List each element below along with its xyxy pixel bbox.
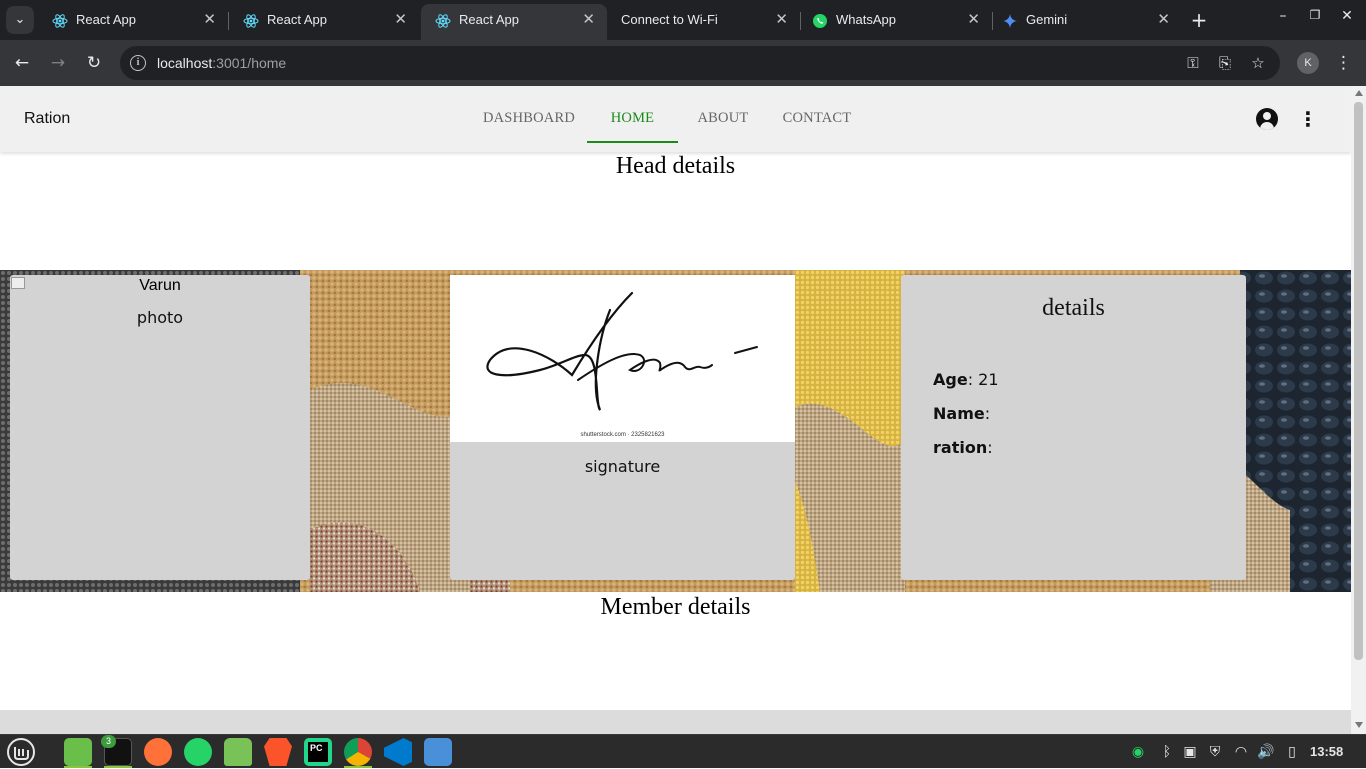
nav-dashboard[interactable]: DASHBOARD (477, 86, 581, 143)
tab-title: React App (459, 12, 519, 27)
scroll-thumb[interactable] (1354, 102, 1363, 660)
tab-gemini[interactable]: Gemini ✕ (992, 4, 1182, 40)
tab-title: React App (76, 12, 136, 27)
photo-caption: photo (136, 308, 184, 327)
head-details-title: Head details (615, 153, 736, 179)
install-app-icon[interactable]: ⎘ (1215, 53, 1235, 73)
url-text[interactable]: localhost:3001/home (157, 46, 286, 80)
tab-connect-wifi[interactable]: Connect to Wi-Fi ✕ (607, 4, 801, 40)
gemini-icon (1003, 14, 1017, 28)
reload-icon[interactable]: ↻ (82, 51, 106, 75)
react-icon (243, 14, 259, 28)
os-taskbar: 3 PC ◉ ᛒ ▣ ⛨ ◠ 🔊 ▯ 13:58 (0, 734, 1366, 768)
chrome-icon[interactable] (344, 738, 372, 766)
field-ration: ration: (933, 438, 993, 457)
field-label: Name (933, 404, 985, 423)
wifi-icon[interactable]: ◠ (1232, 742, 1250, 762)
window-close-icon[interactable]: ✕ (1337, 8, 1357, 24)
field-value: 21 (978, 370, 999, 389)
tab-title: Gemini (1026, 12, 1068, 27)
brand-title[interactable]: Ration (24, 86, 70, 152)
shield-icon[interactable]: ⛨ (1206, 742, 1224, 762)
site-info-icon[interactable]: i (130, 55, 146, 71)
bluetooth-icon[interactable]: ᛒ (1158, 742, 1176, 762)
vscode-icon[interactable] (384, 738, 412, 766)
volume-icon[interactable]: 🔊 (1257, 742, 1275, 762)
app-bar: Ration DASHBOARD HOME ABOUT CONTACT ⋮ (0, 86, 1351, 152)
more-vert-icon[interactable]: ⋮ (1298, 106, 1318, 132)
restore-icon[interactable]: ❐ (1305, 8, 1325, 22)
field-label: ration (933, 438, 988, 457)
vertical-scrollbar[interactable] (1351, 86, 1366, 734)
tab-close-icon[interactable]: ✕ (775, 4, 788, 36)
nav-contact[interactable]: CONTACT (776, 86, 858, 143)
tab-close-icon[interactable]: ✕ (582, 4, 595, 36)
whatsapp-tray-icon[interactable]: ◉ (1129, 742, 1147, 762)
back-arrow-icon[interactable]: ← (10, 51, 34, 75)
tab-whatsapp[interactable]: WhatsApp ✕ (800, 4, 993, 40)
pycharm-icon[interactable]: PC (304, 738, 332, 766)
details-title: details (1042, 295, 1105, 321)
tab-close-icon[interactable]: ✕ (967, 4, 980, 36)
tab-react-app-2[interactable]: React App ✕ (229, 4, 419, 40)
whatsapp-icon[interactable] (184, 738, 212, 766)
tab-search-button[interactable]: ⌄ (6, 6, 34, 34)
handwritten-signature (486, 291, 758, 411)
browser-menu-icon[interactable]: ⋮ (1335, 51, 1352, 75)
tab-close-icon[interactable]: ✕ (203, 4, 216, 36)
field-age: Age: 21 (933, 370, 999, 389)
photo-alt-text: Varun (139, 277, 181, 294)
android-studio-icon[interactable] (224, 738, 252, 766)
field-label: Age (933, 370, 968, 389)
url-host: localhost (157, 55, 213, 71)
grain-background-image: Varun photo shutterstock.com · 232582162… (0, 270, 1351, 592)
tab-close-icon[interactable]: ✕ (394, 4, 407, 36)
mint-menu-icon[interactable] (6, 737, 36, 767)
browser-tab-strip: ⌄ React App ✕ React App ✕ React App ✕ Co… (0, 0, 1366, 40)
minimize-icon[interactable]: – (1273, 8, 1293, 24)
profile-avatar[interactable]: K (1297, 52, 1319, 74)
scroll-up-arrow-icon[interactable] (1355, 90, 1363, 96)
photo-card: Varun photo (10, 275, 310, 580)
clock[interactable]: 13:58 (1310, 735, 1343, 769)
member-details-title: Member details (600, 594, 751, 620)
tab-react-app-1[interactable]: React App ✕ (38, 4, 229, 40)
url-path: :3001/home (212, 55, 287, 71)
tab-title: Connect to Wi-Fi (621, 12, 718, 27)
tab-title: WhatsApp (836, 12, 896, 27)
react-icon (435, 14, 451, 28)
notification-badge: 3 (101, 735, 116, 748)
scroll-down-arrow-icon[interactable] (1355, 722, 1363, 728)
tab-react-app-active[interactable]: React App ✕ (421, 4, 607, 40)
clipboard-icon[interactable]: ▣ (1181, 742, 1199, 762)
horizontal-scrollbar[interactable] (0, 710, 1351, 734)
browser-toolbar: ← → ↻ i localhost:3001/home ⚿ ⎘ ☆ K ⋮ (0, 40, 1366, 86)
signature-card: shutterstock.com · 2325821623 signature (450, 275, 795, 580)
signature-caption: signature (584, 457, 661, 476)
battery-icon[interactable]: ▯ (1283, 742, 1301, 762)
page-viewport: Ration DASHBOARD HOME ABOUT CONTACT ⋮ He… (0, 86, 1351, 710)
address-bar[interactable]: i localhost:3001/home ⚿ ⎘ ☆ (120, 46, 1280, 80)
tab-close-icon[interactable]: ✕ (1157, 4, 1170, 36)
field-name: Name: (933, 404, 991, 423)
react-icon (52, 14, 68, 28)
nav-about[interactable]: ABOUT (690, 86, 756, 143)
firefox-icon[interactable] (144, 738, 172, 766)
signature-credit: shutterstock.com · 2325821623 (580, 432, 665, 438)
signature-image: shutterstock.com · 2325821623 (450, 275, 795, 442)
tab-title: React App (267, 12, 327, 27)
forward-arrow-icon[interactable]: → (46, 51, 70, 75)
account-circle-icon[interactable] (1256, 108, 1278, 130)
bookmark-star-icon[interactable]: ☆ (1248, 53, 1268, 73)
nav-home[interactable]: HOME (587, 86, 678, 143)
brave-icon[interactable] (264, 738, 292, 766)
screenshot-camera-icon[interactable] (424, 738, 452, 766)
files-icon[interactable] (64, 738, 92, 766)
whatsapp-icon (813, 14, 827, 28)
key-icon[interactable]: ⚿ (1183, 53, 1203, 73)
details-card: details Age: 21 Name: ration: (901, 275, 1246, 580)
new-tab-button[interactable]: + (1188, 6, 1210, 34)
